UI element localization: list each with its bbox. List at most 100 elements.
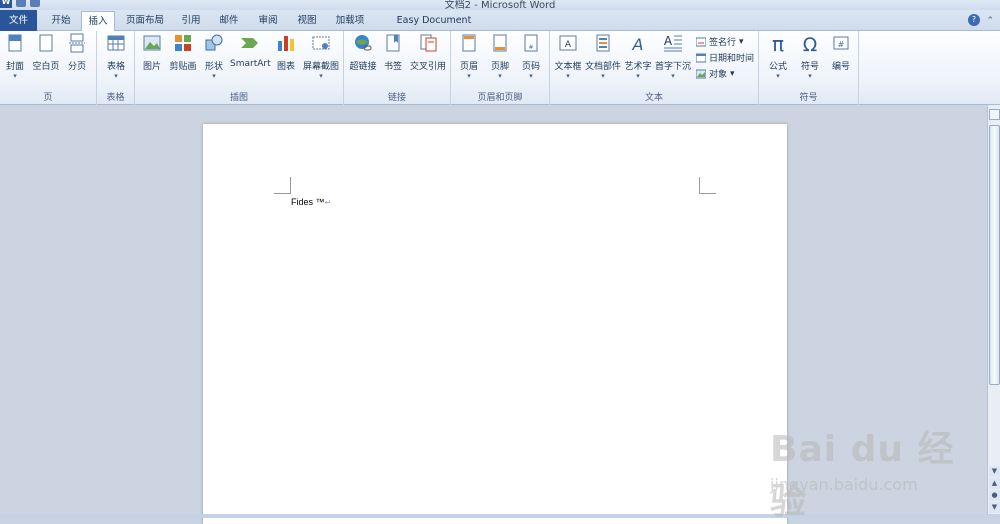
ribbon: 封面 ▾ 空白页 分页 页 表格 ▾ 表格 图片 剪贴画 形状 ▾ SmartA… (0, 31, 1000, 105)
svg-text:A: A (565, 40, 572, 50)
cross-reference-button[interactable]: 交叉引用 (407, 33, 449, 72)
omega-icon: Ω (803, 34, 818, 56)
table-button[interactable]: 表格 ▾ (102, 33, 130, 80)
smartart-button[interactable]: SmartArt (230, 33, 271, 69)
symbol-button[interactable]: Ω 符号 ▾ (796, 33, 824, 80)
pi-icon: π (772, 32, 784, 56)
group-label-illustrations: 插图 (229, 93, 248, 103)
group-table: 表格 ▾ 表格 (97, 31, 135, 105)
baidu-logo: Bai du 经验 (770, 429, 955, 522)
blank-page-button[interactable]: 空白页 (31, 33, 61, 72)
quick-parts-button[interactable]: 文档部件 ▾ (584, 33, 622, 80)
group-label-links: 链接 (387, 93, 406, 103)
page-number-icon: # (524, 34, 538, 52)
group-label-header-footer: 页眉和页脚 (477, 93, 523, 103)
tab-addins[interactable]: 加载项 (331, 11, 369, 31)
tab-file[interactable]: 文件 (0, 10, 37, 31)
footer-button[interactable]: 页脚 ▾ (486, 33, 514, 80)
next-page-icon[interactable]: ▼ (989, 502, 1000, 513)
baidu-watermark: Bai du 经验 jingyan.baidu.com (770, 420, 970, 522)
scroll-down-arrow-icon[interactable]: ▼ (989, 466, 1000, 477)
svg-text:Ω: Ω (803, 34, 818, 53)
bookmark-icon (386, 34, 400, 52)
scrollbar-thumb[interactable] (989, 125, 1000, 385)
signature-line-button[interactable]: 签名行 ▾ (696, 35, 744, 48)
text-box-button[interactable]: A 文本框 ▾ (553, 33, 583, 80)
bookmark-button[interactable]: 书签 (381, 33, 405, 72)
drop-cap-button[interactable]: A 首字下沉 ▾ (654, 33, 692, 80)
tab-insert[interactable]: 插入 (81, 11, 115, 32)
tab-review[interactable]: 审阅 (253, 11, 283, 31)
group-links: 超链接 书签 交叉引用 链接 (344, 31, 451, 105)
group-label-page: 页 (43, 93, 53, 103)
calendar-icon (696, 53, 706, 62)
numbering-icon: # (833, 36, 849, 50)
cover-page-icon (8, 34, 22, 52)
tab-view[interactable]: 视图 (292, 11, 322, 31)
clip-art-button[interactable]: 剪贴画 (167, 33, 199, 72)
text-box-icon: A (559, 35, 577, 51)
globe-link-icon (355, 35, 372, 51)
group-illustrations: 图片 剪贴画 形状 ▾ SmartArt 图表 屏幕截图 ▾ 插图 (135, 31, 344, 105)
crop-mark-top-right (699, 177, 716, 194)
object-button[interactable]: 对象 ▾ (696, 67, 735, 80)
cover-page-button[interactable]: 封面 ▾ (2, 33, 28, 80)
quick-parts-icon (596, 34, 610, 52)
page-number-button[interactable]: # 页码 ▾ (517, 33, 545, 80)
date-time-button[interactable]: 日期和时间 (696, 51, 754, 64)
svg-text:A: A (632, 35, 644, 53)
equation-button[interactable]: π 公式 ▾ (764, 32, 792, 80)
previous-page-icon[interactable]: ▲ (989, 478, 1000, 489)
paragraph-mark-icon: ↵ (324, 198, 332, 207)
chart-button[interactable]: 图表 (273, 33, 299, 72)
document-body-text[interactable]: Fides ™↵ (291, 197, 331, 207)
drop-cap-icon: A (664, 34, 682, 52)
header-button[interactable]: 页眉 ▾ (455, 33, 483, 80)
ruler-toggle-icon[interactable] (989, 109, 1000, 120)
wordart-button[interactable]: A 艺术字 ▾ (623, 33, 653, 80)
baidu-url: jingyan.baidu.com (770, 475, 918, 494)
collapse-ribbon-icon[interactable]: ⌃ (986, 16, 994, 26)
tab-home[interactable]: 开始 (44, 11, 78, 31)
page-break-button[interactable]: 分页 (64, 33, 90, 72)
header-icon (462, 34, 476, 52)
window-title: 文档2 - Microsoft Word (444, 0, 556, 10)
hyperlink-button[interactable]: 超链接 (347, 33, 379, 72)
svg-text:#: # (528, 44, 533, 51)
tab-references[interactable]: 引用 (176, 11, 206, 31)
shapes-icon (205, 34, 223, 51)
tab-page-layout[interactable]: 页面布局 (120, 11, 170, 31)
group-label-symbols: 符号 (799, 93, 818, 103)
group-header-footer: 页眉 ▾ 页脚 ▾ # 页码 ▾ 页眉和页脚 (451, 31, 550, 105)
object-icon (696, 69, 706, 78)
svg-text:#: # (838, 40, 845, 49)
wordart-icon: A (632, 35, 644, 54)
crop-mark-top-left (274, 177, 291, 194)
group-text: A 文本框 ▾ 文档部件 ▾ A 艺术字 ▾ A 首字下沉 ▾ 签名行 ▾ 日期和… (550, 31, 759, 105)
signature-line-icon (696, 37, 706, 46)
browse-object-icon[interactable]: ● (989, 490, 1000, 501)
svg-text:A: A (664, 34, 673, 48)
document-page[interactable]: Fides ™↵ (203, 124, 787, 524)
footer-icon (493, 34, 507, 52)
help-icon[interactable]: ? (968, 14, 980, 26)
blank-page-icon (39, 34, 53, 52)
screenshot-icon (312, 36, 330, 50)
group-label-table: 表格 (106, 93, 125, 103)
page-break-icon (69, 33, 85, 53)
shapes-button[interactable]: 形状 ▾ (201, 33, 227, 80)
group-label-text: 文本 (644, 93, 663, 103)
numbering-button[interactable]: # 编号 (827, 33, 855, 72)
vertical-scrollbar[interactable]: ▼ ▲ ● ▼ (987, 105, 1000, 514)
cross-reference-icon (420, 34, 437, 52)
screenshot-button[interactable]: 屏幕截图 ▾ (301, 33, 341, 80)
tab-mailings[interactable]: 邮件 (214, 11, 244, 31)
table-icon (107, 35, 125, 51)
tab-easy-document-creator[interactable]: Easy Document Creator (379, 11, 489, 46)
title-bar: W 文档2 - Microsoft Word (0, 0, 1000, 10)
clip-art-icon (175, 35, 191, 51)
group-symbols: π 公式 ▾ Ω 符号 ▾ # 编号 符号 (759, 31, 859, 105)
ribbon-tabs: 文件 开始 插入 页面布局 引用 邮件 审阅 视图 加载项 Easy Docum… (0, 10, 1000, 46)
picture-button[interactable]: 图片 (139, 33, 165, 72)
chart-icon (278, 36, 294, 51)
